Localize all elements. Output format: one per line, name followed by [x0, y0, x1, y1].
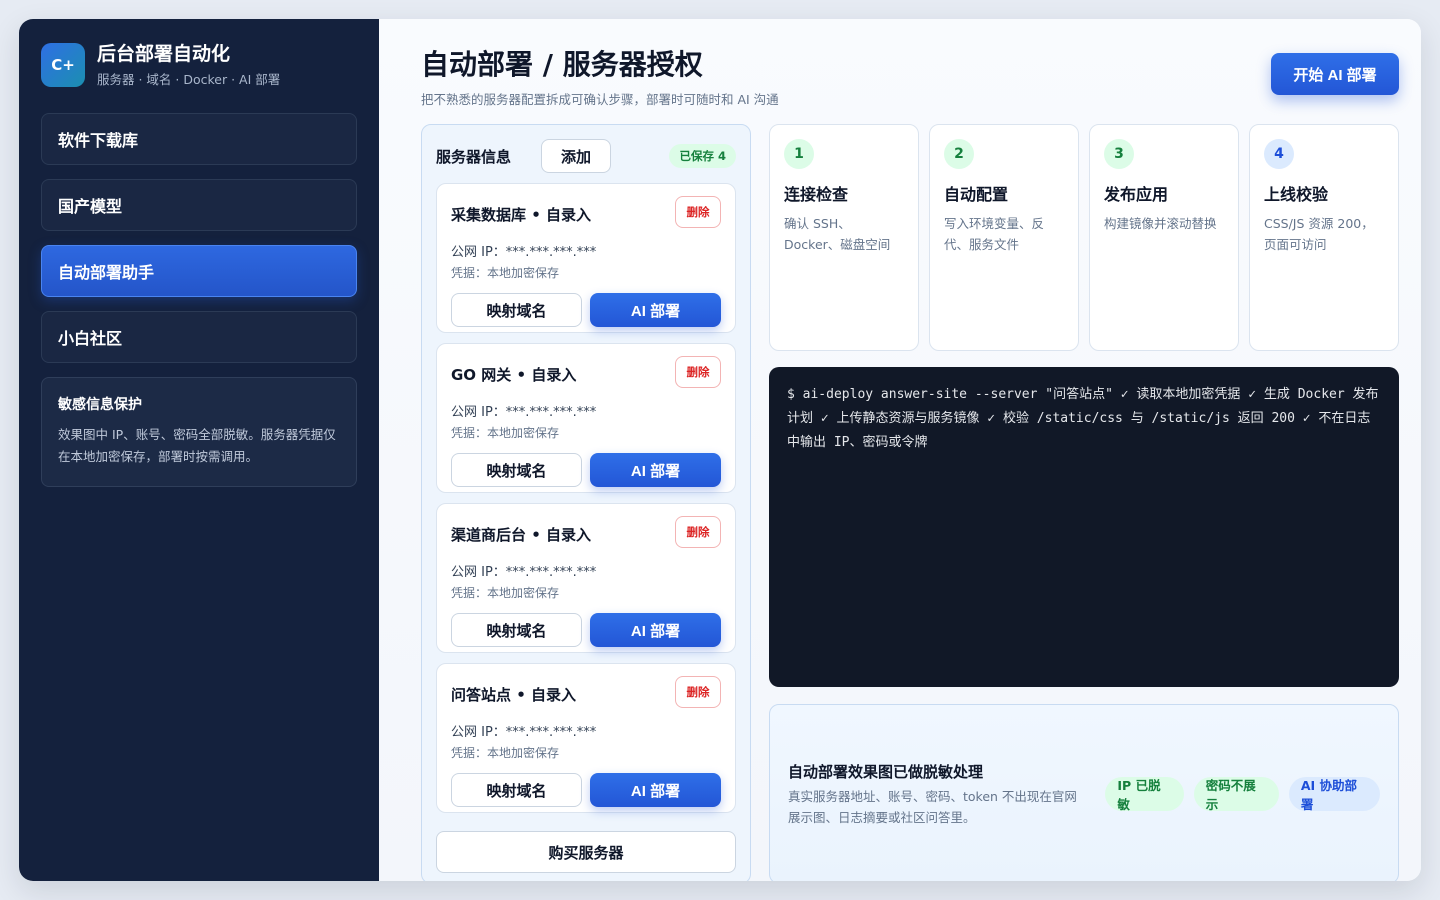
step-description: 写入环境变量、反代、服务文件 [944, 216, 1045, 252]
brand-subtitle: 服务器 · 域名 · Docker · AI 部署 [97, 72, 281, 87]
summary-title: 自动部署效果图已做脱敏处理 [788, 762, 984, 781]
delete-server-button[interactable]: 删除 [675, 196, 721, 228]
server-credential: 凭据：本地加密保存 [451, 426, 560, 440]
delete-server-button[interactable]: 删除 [675, 356, 721, 388]
map-domain-button[interactable]: 映射域名 [451, 613, 582, 647]
brand: C+ 后台部署自动化 服务器 · 域名 · Docker · AI 部署 [41, 41, 357, 89]
server-panel: 服务器信息 添加 已保存 4 采集数据库 • 自录入 删除 公网 IP：***.… [421, 124, 751, 881]
page-title: 自动部署 / 服务器授权 [421, 48, 703, 81]
sidebar-item-deploy-assistant[interactable]: 自动部署助手 [41, 245, 357, 297]
app-window: C+ 后台部署自动化 服务器 · 域名 · Docker · AI 部署 软件下… [19, 19, 1421, 881]
deploy-steps: 1 连接检查 确认 SSH、Docker、磁盘空间 2 自动配置 写入环境变量、… [769, 124, 1399, 351]
step-card: 3 发布应用 构建镜像并滚动替换 [1089, 124, 1239, 351]
saved-count-badge: 已保存 4 [669, 144, 736, 168]
step-card: 4 上线校验 CSS/JS 资源 200，页面可访问 [1249, 124, 1399, 351]
tag-ai-assisted: AI 协助部署 [1288, 777, 1380, 812]
server-ip: 公网 IP：***.***.***.*** [451, 405, 597, 420]
start-ai-deploy-button[interactable]: 开始 AI 部署 [1271, 53, 1399, 95]
step-description: 构建镜像并滚动替换 [1104, 216, 1217, 231]
page-subtitle: 把不熟悉的服务器配置拆成可确认步骤，部署时可随时和 AI 沟通 [421, 92, 779, 107]
privacy-text: 效果图中 IP、账号、密码全部脱敏。服务器凭据仅在本地加密保存，部署时按需调用。 [58, 427, 336, 464]
server-credential: 凭据：本地加密保存 [451, 746, 560, 760]
step-description: 确认 SSH、Docker、磁盘空间 [784, 216, 891, 252]
server-card: 采集数据库 • 自录入 删除 公网 IP：***.***.***.*** 凭据：… [436, 183, 736, 333]
server-ip: 公网 IP：***.***.***.*** [451, 725, 597, 740]
brand-title: 后台部署自动化 [97, 43, 231, 65]
privacy-title: 敏感信息保护 [58, 397, 142, 413]
sidebar: C+ 后台部署自动化 服务器 · 域名 · Docker · AI 部署 软件下… [19, 19, 379, 881]
sidebar-item-software-library[interactable]: 软件下载库 [41, 113, 357, 165]
delete-server-button[interactable]: 删除 [675, 676, 721, 708]
privacy-notice: 敏感信息保护 效果图中 IP、账号、密码全部脱敏。服务器凭据仅在本地加密保存，部… [41, 377, 357, 487]
ai-deploy-button[interactable]: AI 部署 [590, 293, 721, 327]
server-credential: 凭据：本地加密保存 [451, 586, 560, 600]
server-card: 渠道商后台 • 自录入 删除 公网 IP：***.***.***.*** 凭据：… [436, 503, 736, 653]
step-card: 1 连接检查 确认 SSH、Docker、磁盘空间 [769, 124, 919, 351]
map-domain-button[interactable]: 映射域名 [451, 773, 582, 807]
delete-server-button[interactable]: 删除 [675, 516, 721, 548]
deploy-terminal: $ ai-deploy answer-site --server "问答站点" … [769, 367, 1399, 687]
sidebar-item-label: 小白社区 [58, 329, 123, 348]
step-title: 自动配置 [944, 185, 1009, 204]
terminal-output: $ ai-deploy answer-site --server "问答站点" … [787, 387, 1379, 450]
server-card: 问答站点 • 自录入 删除 公网 IP：***.***.***.*** 凭据：本… [436, 663, 736, 813]
server-panel-title: 服务器信息 [436, 147, 512, 166]
sidebar-item-community[interactable]: 小白社区 [41, 311, 357, 363]
privacy-summary: 自动部署效果图已做脱敏处理 真实服务器地址、账号、密码、token 不出现在官网… [769, 704, 1399, 881]
server-card: GO 网关 • 自录入 删除 公网 IP：***.***.***.*** 凭据：… [436, 343, 736, 493]
step-number: 1 [784, 139, 814, 169]
buy-server-button[interactable]: 购买服务器 [436, 831, 736, 873]
step-number: 3 [1104, 139, 1134, 169]
ai-deploy-button[interactable]: AI 部署 [590, 453, 721, 487]
summary-description: 真实服务器地址、账号、密码、token 不出现在官网展示图、日志摘要或社区问答里… [788, 788, 1077, 825]
step-title: 发布应用 [1104, 185, 1169, 204]
sidebar-item-label: 国产模型 [58, 197, 123, 216]
step-number: 4 [1264, 139, 1294, 169]
sidebar-item-label: 自动部署助手 [58, 263, 155, 282]
add-server-button[interactable]: 添加 [541, 139, 612, 173]
sidebar-item-domestic-models[interactable]: 国产模型 [41, 179, 357, 231]
tag-password-hidden: 密码不展示 [1193, 777, 1279, 812]
server-ip: 公网 IP：***.***.***.*** [451, 245, 597, 260]
brand-logo: C+ [41, 43, 85, 87]
map-domain-button[interactable]: 映射域名 [451, 453, 582, 487]
step-title: 连接检查 [784, 185, 849, 204]
map-domain-button[interactable]: 映射域名 [451, 293, 582, 327]
main-content: 自动部署 / 服务器授权 把不熟悉的服务器配置拆成可确认步骤，部署时可随时和 A… [379, 19, 1421, 881]
step-number: 2 [944, 139, 974, 169]
ai-deploy-button[interactable]: AI 部署 [590, 773, 721, 807]
step-card: 2 自动配置 写入环境变量、反代、服务文件 [929, 124, 1079, 351]
tag-ip-masked: IP 已脱敏 [1105, 777, 1184, 812]
step-title: 上线校验 [1264, 185, 1329, 204]
sidebar-nav: 软件下载库 国产模型 自动部署助手 小白社区 [41, 113, 357, 363]
ai-deploy-button[interactable]: AI 部署 [590, 613, 721, 647]
server-credential: 凭据：本地加密保存 [451, 266, 560, 280]
server-ip: 公网 IP：***.***.***.*** [451, 565, 597, 580]
sidebar-item-label: 软件下载库 [58, 131, 139, 150]
step-description: CSS/JS 资源 200，页面可访问 [1264, 216, 1374, 252]
